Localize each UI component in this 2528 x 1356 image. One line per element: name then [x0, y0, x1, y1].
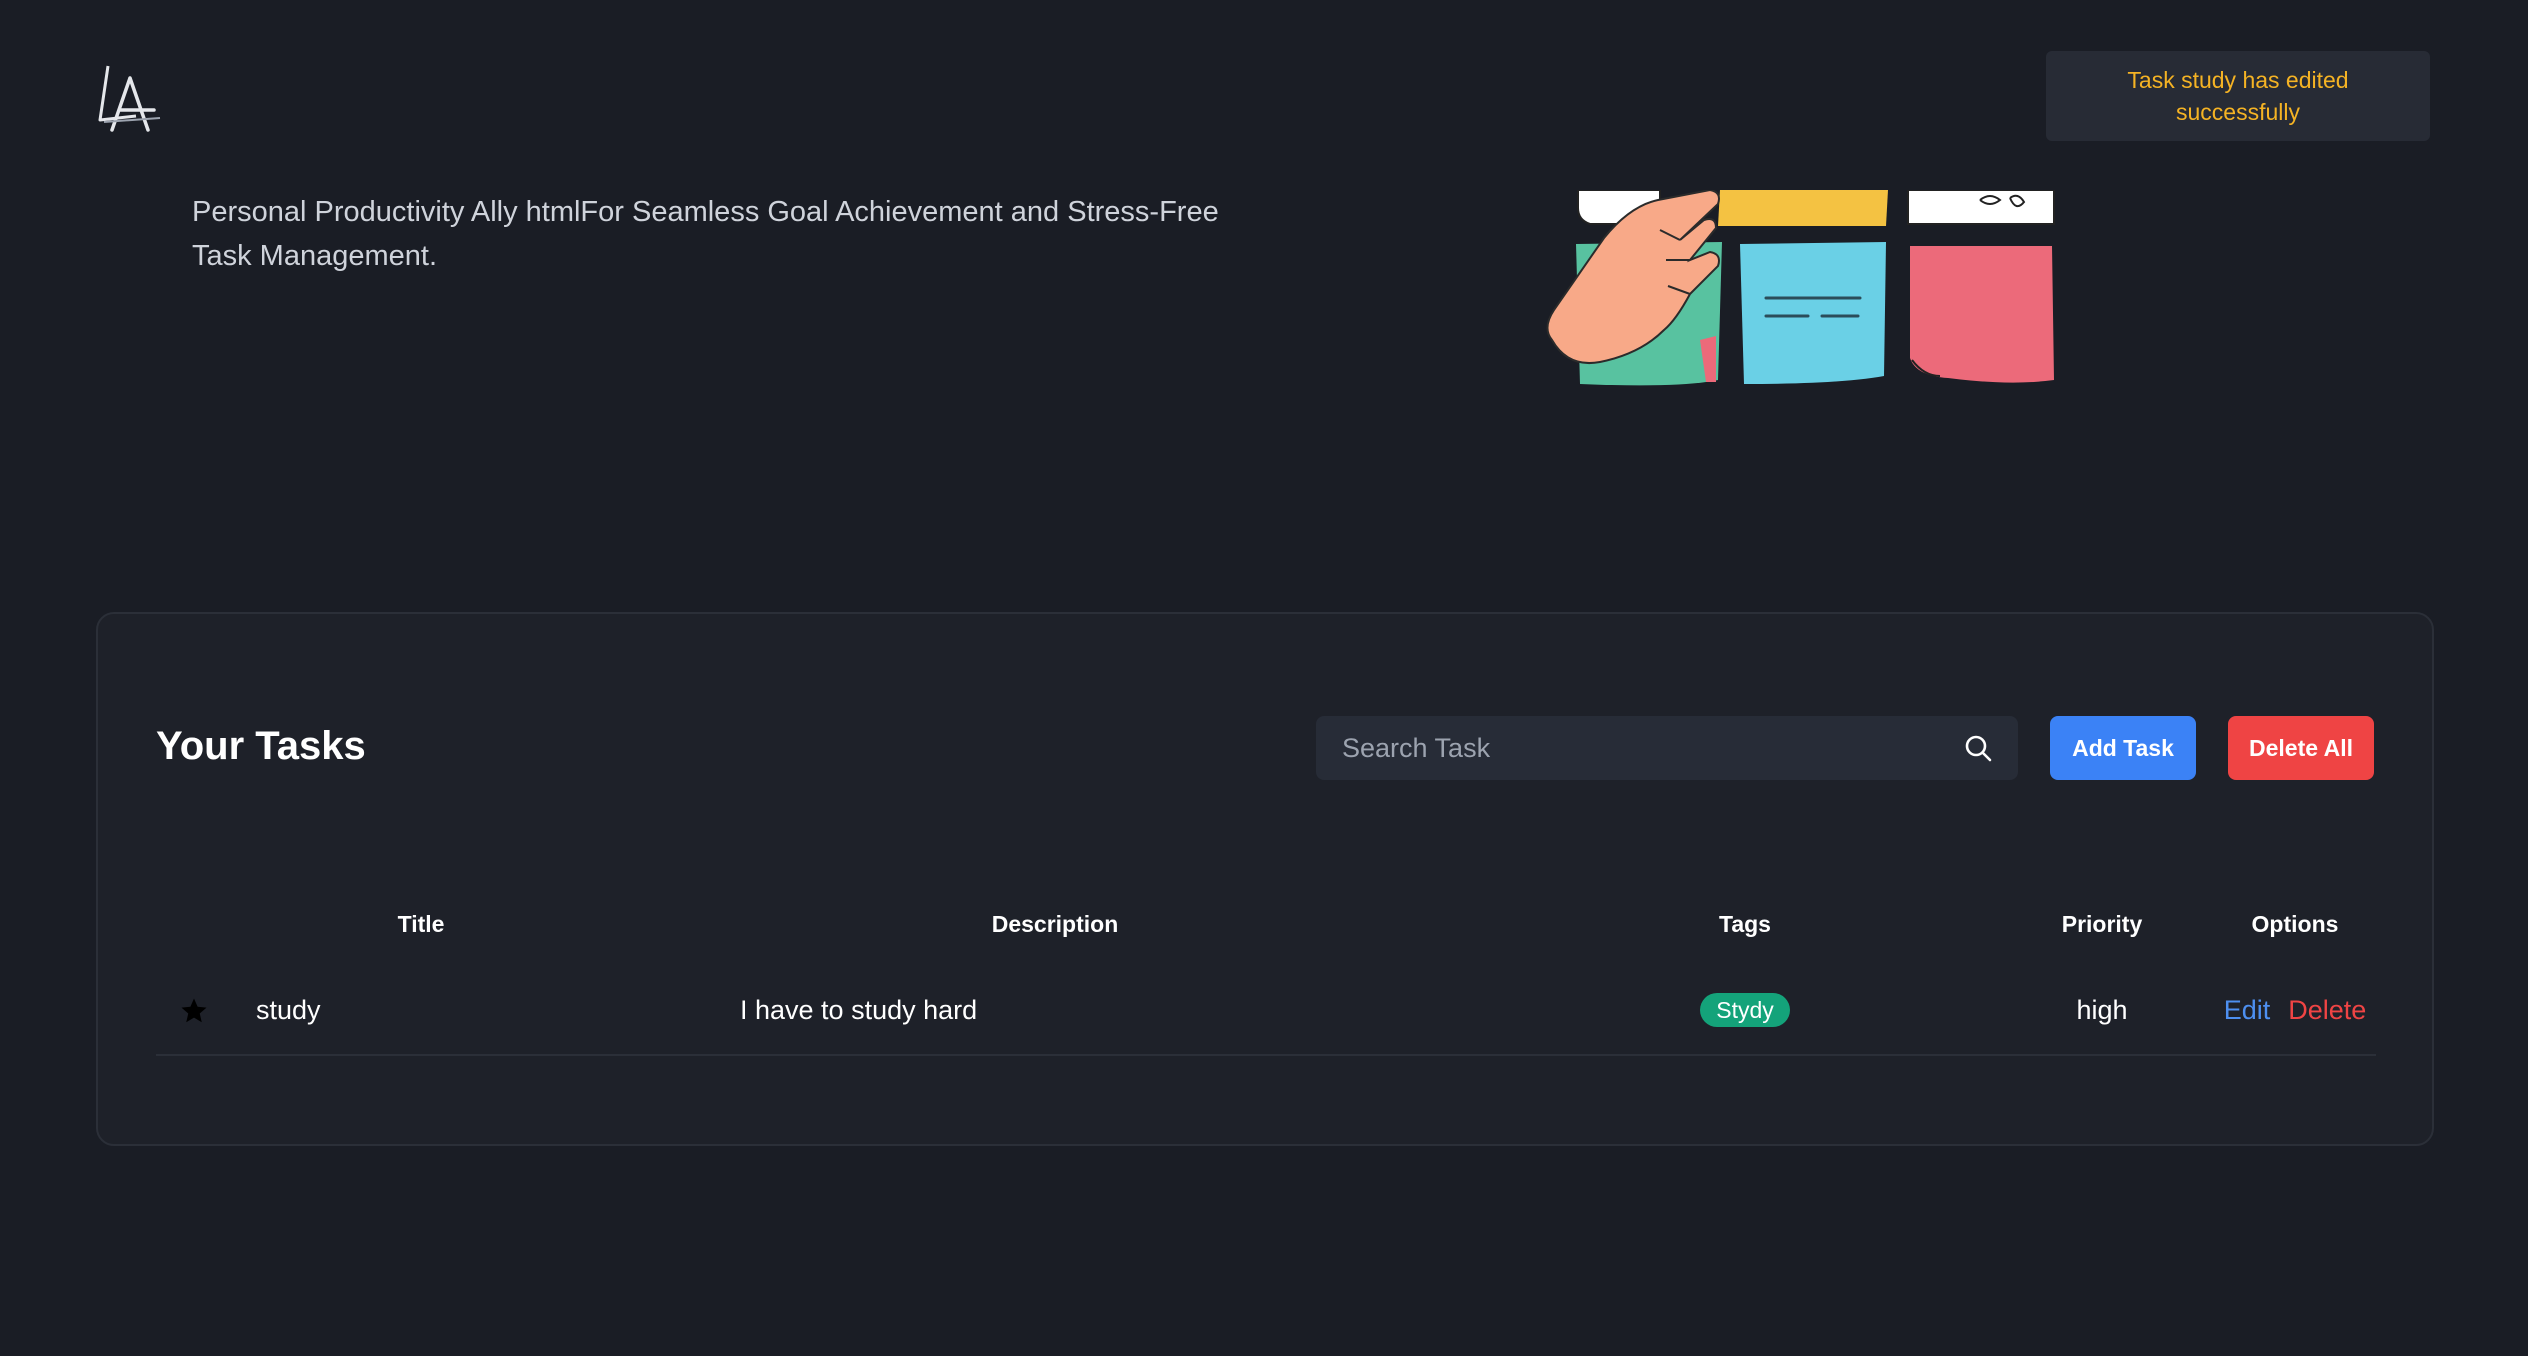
search-icon[interactable] — [1962, 732, 1994, 764]
table-row: study I have to study hard Stydy high Ed… — [156, 966, 2376, 1056]
delete-all-button[interactable]: Delete All — [2228, 716, 2374, 780]
column-header-priority: Priority — [2061, 910, 2143, 937]
search-box[interactable] — [1316, 716, 2018, 780]
toast-notification: Task study has edited successfully — [2046, 51, 2430, 141]
tasks-title: Your Tasks — [156, 724, 366, 768]
search-input[interactable] — [1340, 731, 1962, 765]
task-priority-cell: high — [1990, 966, 2214, 1056]
toast-message: Task study has edited successfully — [2127, 67, 2349, 125]
column-header-title: Title — [397, 910, 445, 937]
tag-badge: Stydy — [1700, 993, 1790, 1027]
column-header-options: Options — [2251, 910, 2339, 937]
task-options-cell: Edit Delete — [2214, 966, 2376, 1056]
add-task-button[interactable]: Add Task — [2050, 716, 2196, 780]
sticky-notes-hand-illustration — [1546, 190, 2055, 386]
task-tags-cell: Stydy — [1500, 966, 1990, 1056]
tasks-table: Title Description Tags Priority Options … — [156, 882, 2376, 1056]
column-header-star — [156, 882, 232, 966]
star-icon[interactable] — [179, 996, 209, 1026]
column-header-tags: Tags — [1719, 910, 1771, 937]
hero-tagline: Personal Productivity Ally htmlFor Seaml… — [192, 196, 1219, 272]
letter-a-logo-icon[interactable] — [96, 60, 166, 136]
tasks-panel: Your Tasks Add Task Delete All Title Des… — [96, 612, 2434, 1146]
delete-task-link[interactable]: Delete — [2288, 995, 2366, 1025]
star-cell[interactable] — [156, 966, 232, 1056]
column-header-description: Description — [991, 910, 1119, 937]
task-title-cell: study — [232, 966, 610, 1056]
edit-task-link[interactable]: Edit — [2224, 995, 2271, 1025]
task-description-cell: I have to study hard — [610, 966, 1500, 1056]
table-header-row: Title Description Tags Priority Options — [156, 882, 2376, 966]
